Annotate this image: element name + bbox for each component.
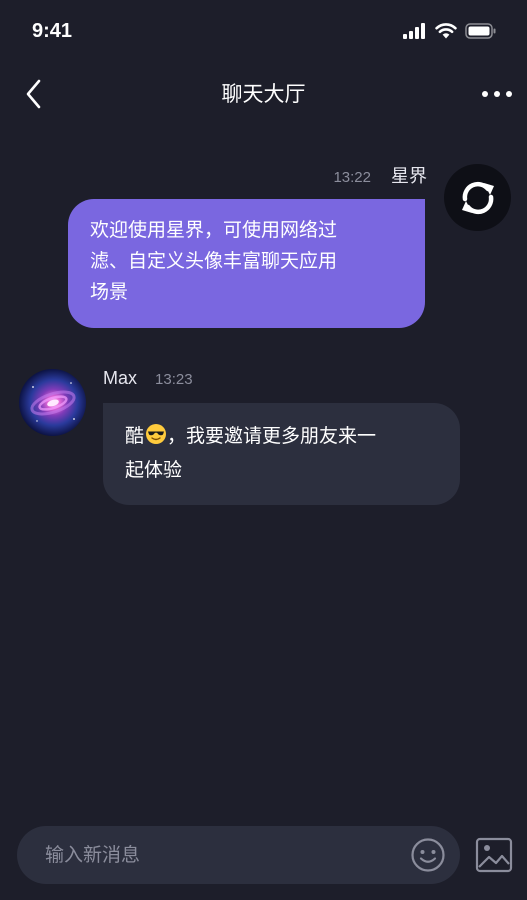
nav-bar: 聊天大厅 <box>0 64 527 124</box>
message-time: 13:22 <box>333 169 371 186</box>
sunglasses-emoji <box>145 423 167 455</box>
message-line: 欢迎使用星界，可使用网络过 <box>90 219 338 241</box>
galaxy-avatar <box>30 382 76 422</box>
message-sender: Max <box>103 368 138 388</box>
message-bubble-outgoing[interactable]: 欢迎使用星界，可使用网络过 滤、自定义头像丰富聊天应用 场景 <box>68 199 425 328</box>
smiley-icon <box>411 838 445 872</box>
image-icon <box>475 837 513 873</box>
message-header-outgoing: 13:22 星界 <box>333 162 427 188</box>
message-header-incoming: Max 13:23 <box>103 368 193 389</box>
avatar-self[interactable] <box>444 164 511 231</box>
message-sender: 星界 <box>391 166 427 187</box>
sync-icon <box>461 181 494 214</box>
message-bubble-incoming[interactable]: 酷 ，我要邀请更多朋友来一 起体验 <box>103 403 460 505</box>
message-line: 起体验 <box>125 459 183 481</box>
message-input[interactable] <box>45 826 385 884</box>
message-composer <box>17 826 460 884</box>
wifi-icon <box>435 23 457 39</box>
message-time: 13:23 <box>155 371 193 388</box>
battery-icon <box>465 23 496 39</box>
signal-icon <box>403 23 425 39</box>
message-line: 酷 ，我要邀请更多朋友来一 <box>125 421 440 455</box>
message-line: 滤、自定义头像丰富聊天应用 <box>90 250 338 272</box>
message-text: ，我要邀请更多朋友来一 <box>167 425 377 447</box>
message-text: 酷 <box>125 425 145 447</box>
image-button[interactable] <box>475 836 513 874</box>
status-time: 9:41 <box>32 20 73 42</box>
avatar-max[interactable] <box>19 369 86 436</box>
message-line: 场景 <box>90 281 129 303</box>
page-title: 聊天大厅 <box>221 82 306 106</box>
more-horizontal-icon <box>482 91 512 97</box>
more-button[interactable] <box>477 74 517 114</box>
status-icons <box>403 23 497 39</box>
emoji-button[interactable] <box>410 837 446 873</box>
status-bar: 9:41 <box>0 0 527 64</box>
